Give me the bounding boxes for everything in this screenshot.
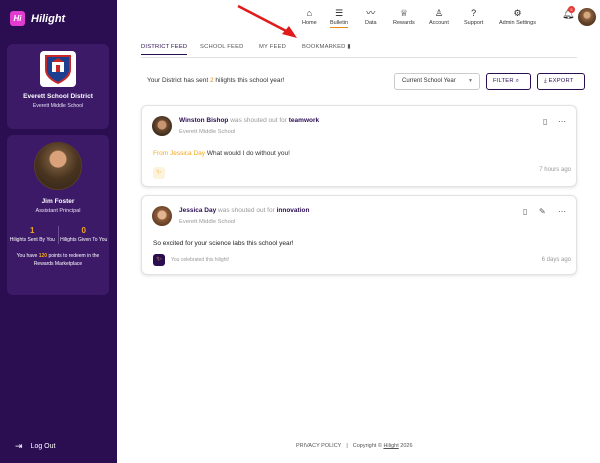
app-root: Hi Hilight Everett School District Evere… xyxy=(0,0,600,463)
annotation-arrow-icon xyxy=(237,4,297,38)
